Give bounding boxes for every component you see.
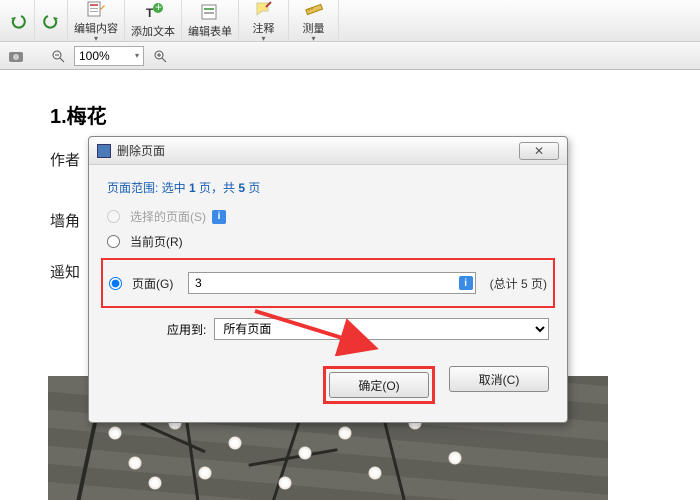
tool-measure[interactable]: 测量▾ (289, 0, 339, 41)
edit-content-icon (86, 0, 106, 19)
dialog-title: 删除页面 (117, 142, 519, 159)
page-range-label: 页面范围: 选中 1 页，共 5 页 (107, 179, 549, 196)
tool-redo[interactable] (35, 0, 68, 41)
close-icon: ✕ (534, 144, 544, 158)
highlight-box: 确定(O) (323, 366, 435, 404)
page-input[interactable] (189, 276, 457, 290)
dropdown-icon: ▾ (261, 34, 265, 43)
apply-select[interactable]: 所有页面 (214, 318, 549, 340)
zoom-in-button[interactable] (148, 45, 172, 67)
camera-icon (8, 49, 24, 63)
redo-icon (41, 11, 61, 31)
close-button[interactable]: ✕ (519, 142, 559, 160)
tool-edit-form[interactable]: 编辑表单 (182, 0, 239, 41)
dropdown-icon: ▾ (94, 34, 98, 43)
radio-selected (107, 210, 120, 223)
tool-annotate[interactable]: 注释▾ (239, 0, 289, 41)
radio-current[interactable] (107, 235, 120, 248)
apply-label: 应用到: (167, 321, 206, 338)
annotate-icon (254, 0, 274, 19)
cancel-button[interactable]: 取消(C) (449, 366, 549, 392)
zoom-input[interactable]: 100%▾ (74, 46, 144, 66)
ok-button[interactable]: 确定(O) (329, 372, 429, 398)
doc-title: 1.梅花 (50, 100, 660, 129)
dropdown-icon: ▾ (311, 34, 315, 43)
page-input-wrapper: i (188, 272, 476, 294)
dialog-icon (97, 144, 111, 158)
option-selected-pages: 选择的页面(S) i (107, 208, 549, 225)
add-text-icon: T+ (143, 2, 163, 22)
info-icon[interactable]: i (212, 210, 226, 224)
undo-icon (8, 11, 28, 31)
info-icon[interactable]: i (459, 276, 473, 290)
svg-text:+: + (155, 2, 162, 14)
edit-form-icon (200, 2, 220, 22)
radio-pages[interactable] (109, 277, 122, 290)
sub-toolbar: 100%▾ (0, 42, 700, 70)
main-toolbar: 编辑内容▾ T+添加文本 编辑表单 注释▾ 测量▾ (0, 0, 700, 42)
zoom-out-button[interactable] (46, 45, 70, 67)
option-current-page[interactable]: 当前页(R) (107, 233, 549, 250)
option-pages[interactable]: 页面(G) i (总计 5 页) (109, 272, 547, 294)
dialog-titlebar[interactable]: 删除页面 ✕ (89, 137, 567, 165)
tool-undo[interactable] (2, 0, 35, 41)
apply-to-row: 应用到: 所有页面 (167, 318, 549, 340)
delete-pages-dialog: 删除页面 ✕ 页面范围: 选中 1 页，共 5 页 选择的页面(S) i 当前页… (88, 136, 568, 423)
tool-add-text[interactable]: T+添加文本 (125, 0, 182, 41)
total-pages-label: (总计 5 页) (490, 275, 547, 292)
zoom-in-icon (153, 49, 167, 63)
highlight-box: 页面(G) i (总计 5 页) (101, 258, 555, 308)
zoom-out-icon (51, 49, 65, 63)
snapshot-button[interactable] (4, 45, 28, 67)
measure-icon (304, 0, 324, 19)
tool-edit-content[interactable]: 编辑内容▾ (68, 0, 125, 41)
svg-text:T: T (146, 6, 154, 20)
